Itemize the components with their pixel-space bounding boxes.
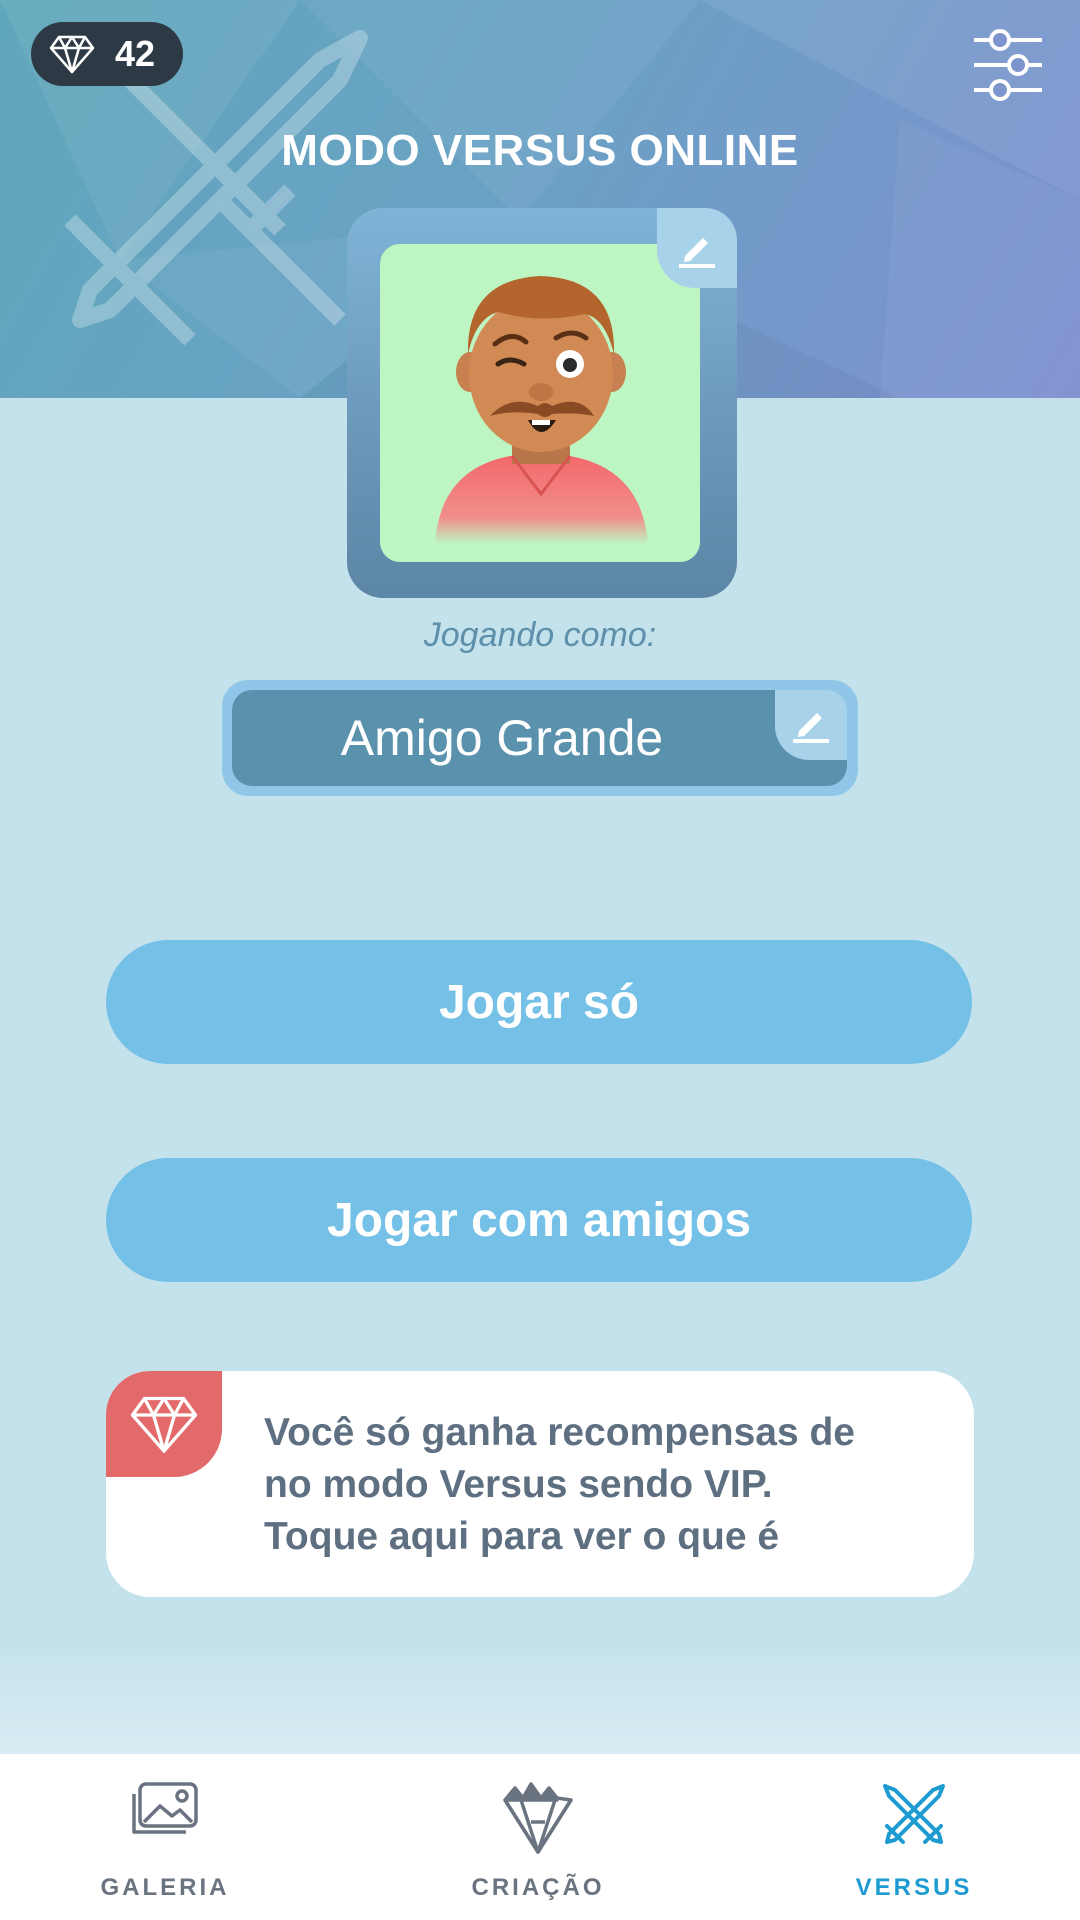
- vip-message: Você só ganha recompensas de no modo Ver…: [264, 1407, 954, 1563]
- player-name-field[interactable]: Amigo Grande: [222, 680, 858, 796]
- gallery-icon: [132, 1782, 198, 1834]
- avatar-face-image: [435, 276, 648, 544]
- tab-versus[interactable]: VERSUS: [804, 1754, 1024, 1920]
- tab-gallery[interactable]: GALERIA: [55, 1754, 275, 1920]
- tab-label: CRIAÇÃO: [471, 1874, 605, 1901]
- pencil-icon: [793, 713, 829, 743]
- avatar-frame[interactable]: [347, 208, 737, 598]
- tab-creation[interactable]: CRIAÇÃO: [428, 1754, 648, 1920]
- page-title: MODO VERSUS ONLINE: [281, 126, 799, 175]
- pencil-icon: [679, 238, 715, 268]
- bottom-fade: [0, 1640, 1080, 1754]
- creation-icon: [503, 1782, 573, 1854]
- vip-info-card[interactable]: Você só ganha recompensas de no modo Ver…: [106, 1371, 974, 1597]
- edit-name-button[interactable]: [775, 690, 847, 760]
- bottom-tab-bar: GALERIA CRIAÇÃO VERSUS: [0, 1754, 1080, 1920]
- play-with-friends-button[interactable]: Jogar com amigos: [106, 1158, 972, 1282]
- gem-counter[interactable]: 42: [31, 22, 183, 86]
- vip-message-line: Toque aqui para ver o que é: [264, 1515, 780, 1558]
- tab-label: GALERIA: [100, 1874, 230, 1901]
- swords-icon: [883, 1784, 945, 1844]
- settings-sliders-icon[interactable]: [972, 28, 1042, 102]
- diamond-icon: [130, 1396, 198, 1453]
- diamond-icon: [49, 35, 95, 74]
- vip-message-line: no modo Versus sendo VIP.: [264, 1463, 773, 1506]
- tab-label: VERSUS: [855, 1874, 973, 1901]
- gem-count: 42: [115, 33, 156, 74]
- vip-badge: [106, 1371, 222, 1477]
- vip-message-line: Você só ganha recompensas de: [264, 1411, 855, 1454]
- edit-avatar-button[interactable]: [657, 208, 737, 288]
- player-name: Amigo Grande: [340, 710, 664, 766]
- avatar: [380, 244, 700, 562]
- playing-as-label: Jogando como:: [423, 616, 657, 654]
- play-solo-button[interactable]: Jogar só: [106, 940, 972, 1064]
